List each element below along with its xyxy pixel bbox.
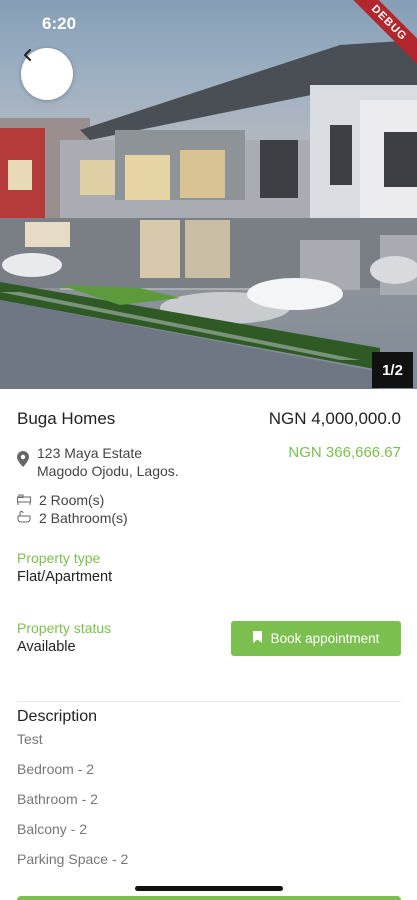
- bed-icon: [17, 492, 31, 508]
- back-button[interactable]: [21, 48, 73, 100]
- rooms-info: 2 Room(s): [17, 492, 104, 508]
- book-appointment-label: Book appointment: [270, 631, 380, 646]
- description-line: Balcony - 2: [17, 821, 88, 837]
- status-bar: 6:20: [0, 0, 417, 44]
- home-indicator: [135, 886, 283, 891]
- description-line: Bedroom - 2: [17, 761, 95, 777]
- property-type-value: Flat/Apartment: [17, 569, 113, 585]
- address-line-1: 123 Maya Estate: [37, 445, 143, 461]
- section-divider: [17, 701, 401, 702]
- property-price: NGN 4,000,000.0: [268, 409, 401, 428]
- book-appointment-button[interactable]: Book appointment: [231, 621, 401, 656]
- monthly-price: NGN 366,666.67: [288, 444, 401, 461]
- description-line: Bathroom - 2: [17, 791, 98, 807]
- bookmark-icon: [252, 631, 262, 646]
- bathrooms-info: 2 Bathroom(s): [17, 510, 128, 526]
- address-line-2: Magodo Ojodu, Lagos.: [37, 463, 179, 479]
- bathrooms-text: 2 Bathroom(s): [39, 510, 128, 526]
- description-title: Description: [17, 708, 98, 725]
- description-line: Test: [17, 731, 43, 747]
- property-status-value: Available: [17, 639, 76, 655]
- image-pager: 1/2: [372, 352, 413, 388]
- address: 123 Maya Estate Magodo Ojodu, Lagos.: [17, 444, 179, 480]
- rooms-text: 2 Room(s): [39, 492, 105, 508]
- property-status-label: Property status: [17, 620, 112, 636]
- property-type-label: Property type: [17, 550, 101, 566]
- property-title: Buga Homes: [17, 409, 116, 428]
- property-image[interactable]: 6:20 DEBUG 1/2: [0, 0, 417, 389]
- location-pin-icon: [17, 451, 29, 480]
- bath-icon: [17, 510, 31, 526]
- description-line: Parking Space - 2: [17, 851, 129, 867]
- bottom-action-bar[interactable]: [17, 896, 401, 900]
- status-time: 6:20: [42, 14, 77, 33]
